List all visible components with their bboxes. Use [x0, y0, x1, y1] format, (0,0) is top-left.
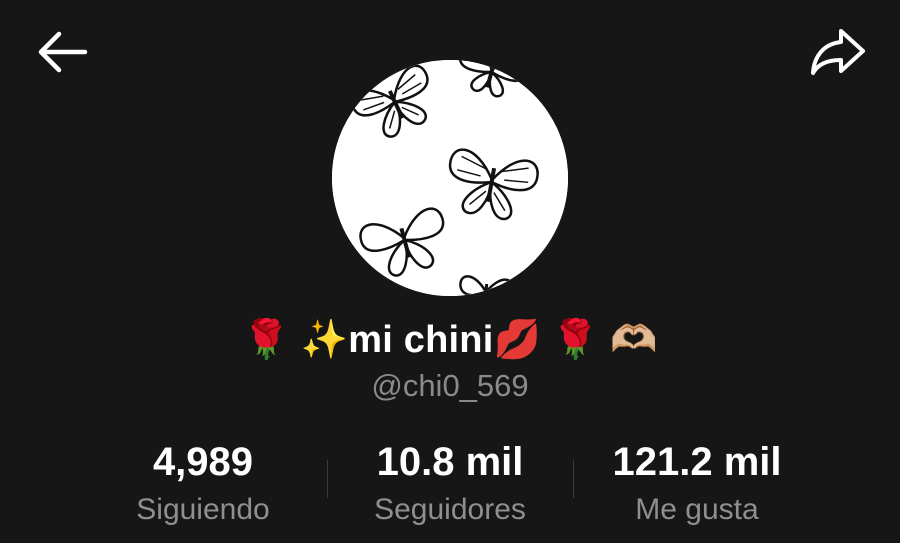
back-button[interactable]	[30, 22, 94, 86]
share-arrow-icon	[809, 27, 867, 82]
stats-divider	[327, 460, 328, 498]
followers-count: 10.8 mil	[376, 440, 524, 484]
display-name: 🌹 ✨mi chini💋 🌹 🫶🏼	[242, 319, 658, 361]
username: @chi0_569	[371, 368, 529, 403]
avatar[interactable]	[332, 60, 568, 296]
profile-stats: 4,989 Siguiendo 10.8 mil Seguidores 121.…	[0, 438, 900, 538]
profile-screen: 🌹 ✨mi chini💋 🌹 🫶🏼 @chi0_569 4,989 Siguie…	[0, 0, 900, 543]
followers-label: Seguidores	[374, 493, 526, 526]
stat-likes[interactable]: 121.2 mil Me gusta	[597, 438, 797, 530]
share-button[interactable]	[806, 22, 870, 86]
following-label: Siguiendo	[136, 493, 270, 526]
stats-divider	[573, 460, 574, 498]
stat-followers[interactable]: 10.8 mil Seguidores	[350, 438, 550, 530]
arrow-left-icon	[35, 30, 89, 79]
stat-following[interactable]: 4,989 Siguiendo	[103, 438, 303, 530]
likes-label: Me gusta	[635, 493, 759, 526]
butterfly-avatar-image	[332, 60, 568, 296]
likes-count: 121.2 mil	[612, 440, 782, 484]
following-count: 4,989	[152, 440, 254, 484]
